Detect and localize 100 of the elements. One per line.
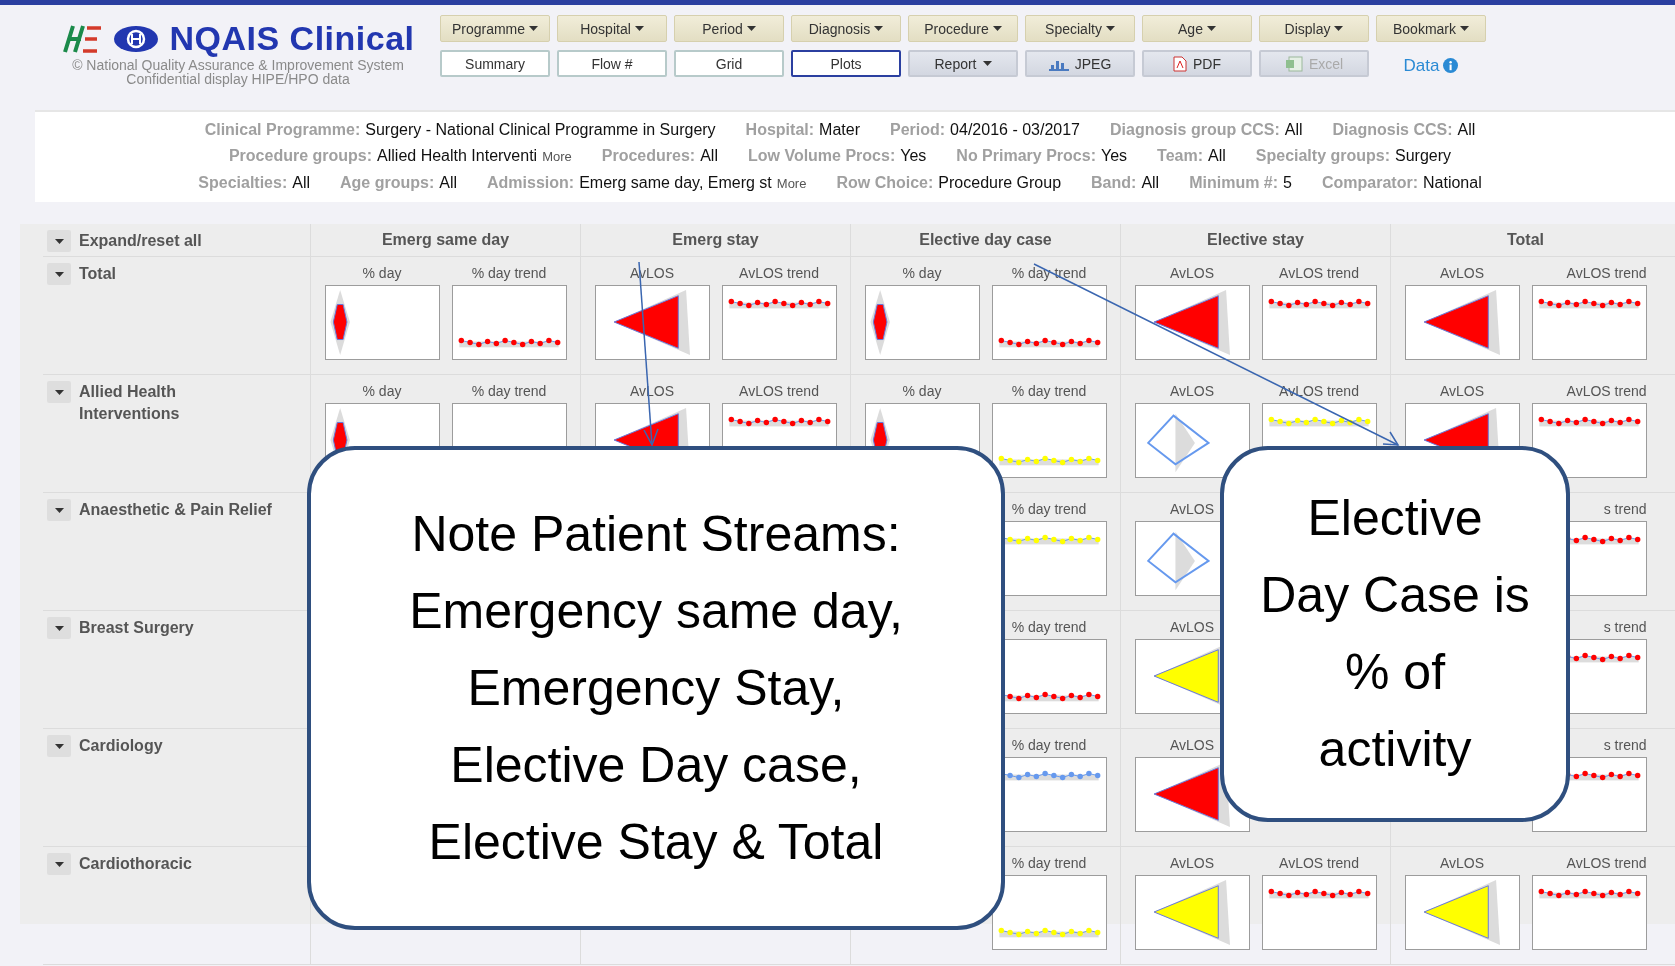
caret-icon <box>1460 26 1469 31</box>
plot-label: AvLOS <box>1169 855 1215 872</box>
view-button[interactable]: Flow # <box>557 50 667 77</box>
filter-value: All <box>1457 120 1476 140</box>
plot-label: s trend <box>1603 501 1647 518</box>
filter-menu-button[interactable]: Period <box>674 15 784 42</box>
column-header: Emerg stay <box>672 231 759 249</box>
plot-label: AvLOS trend <box>1566 265 1647 282</box>
plot-label: AvLOS trend <box>1279 855 1359 872</box>
caret-icon <box>54 238 64 244</box>
row-dropdown-button[interactable] <box>47 263 71 285</box>
plot-label: % day trend <box>471 265 547 282</box>
row-label: Breast Surgery <box>79 618 195 638</box>
filter-value: Allied Health Interventi <box>377 146 538 166</box>
export-button[interactable]: JPEG <box>1025 50 1135 77</box>
view-button[interactable]: Plots <box>791 50 901 77</box>
plot-label: AvLOS trend <box>1279 265 1359 282</box>
view-button[interactable]: Grid <box>674 50 784 77</box>
filter-menu-button[interactable]: Hospital <box>557 15 667 42</box>
row-dropdown-button[interactable] <box>47 853 71 875</box>
row-dropdown-button[interactable] <box>47 617 71 639</box>
app-title: NQAIS Clinical <box>169 19 415 58</box>
filter-menu-button[interactable]: Programme <box>440 15 550 42</box>
caret-icon <box>1105 26 1115 31</box>
filter-value: All <box>292 173 311 193</box>
view-button[interactable]: Summary <box>440 50 550 77</box>
plot-label: AvLOS <box>1169 383 1215 400</box>
caret-icon <box>634 26 644 31</box>
filter-menu-button[interactable]: Specialty <box>1025 15 1135 42</box>
plot-label: s trend <box>1603 737 1647 754</box>
filter-value: 04/2016 - 03/2017 <box>950 120 1080 140</box>
column-header: Emerg same day <box>381 231 510 249</box>
filter-label: Procedures: <box>601 146 696 166</box>
plot-label: AvLOS trend <box>739 265 819 282</box>
row-dropdown-button[interactable] <box>47 735 71 757</box>
filter-label: Low Volume Procs: <box>747 146 896 166</box>
filter-value: All <box>1208 146 1226 166</box>
report-menu-button[interactable]: Report <box>908 50 1018 77</box>
filter-value: Yes <box>1100 146 1128 166</box>
plot-label: % day trend <box>1011 265 1087 282</box>
plot-label: % day trend <box>1011 619 1087 636</box>
filter-value: All <box>1141 173 1160 193</box>
filter-value: 5 <box>1283 173 1292 193</box>
column-header: Elective stay <box>1207 231 1304 249</box>
filter-menu-button[interactable]: Procedure <box>908 15 1018 42</box>
caret-icon <box>529 26 539 31</box>
expand-reset-label: Expand/reset all <box>79 231 203 251</box>
plot-label: AvLOS <box>1169 501 1215 518</box>
filter-menu-button[interactable]: Diagnosis <box>791 15 901 42</box>
plot-label: AvLOS <box>1169 619 1215 636</box>
plot-label: % day trend <box>1011 855 1087 872</box>
filter-label: Clinical Programme: <box>204 120 361 140</box>
filter-label: Diagnosis CCS: <box>1332 120 1453 140</box>
oval-logo-icon <box>113 23 160 54</box>
caret-icon <box>1334 26 1344 31</box>
filter-value: Yes <box>900 146 927 166</box>
plot-label: % day trend <box>471 383 547 400</box>
expand-dropdown-button[interactable] <box>47 230 71 252</box>
more-link[interactable]: More <box>776 174 807 194</box>
export-button[interactable]: PDF <box>1142 50 1252 77</box>
caret-icon <box>54 861 64 867</box>
plot-label: % day trend <box>1011 737 1087 754</box>
plot-label: AvLOS trend <box>1566 855 1647 872</box>
plot-label: % day <box>362 265 402 282</box>
plot-label: % day <box>362 383 402 400</box>
plot-label: AvLOS trend <box>1566 383 1647 400</box>
filter-label: Minimum #: <box>1189 173 1279 193</box>
filter-value: Mater <box>819 120 860 140</box>
filter-menu-button[interactable]: Display <box>1259 15 1369 42</box>
caret-icon <box>54 625 64 631</box>
callout-text: Elective Day Case is % of activity <box>1260 489 1530 779</box>
column-header: Elective day case <box>919 231 1052 249</box>
caret-icon <box>982 61 992 66</box>
callout-text: Note Patient Streams: Emergency same day, Emergency Stay, Elective Day case, Elective Stay & Total <box>409 504 903 872</box>
plot-label: % day trend <box>1011 501 1087 518</box>
plot-label: s trend <box>1603 619 1647 636</box>
filter-menu-button[interactable]: Bookmark <box>1376 15 1486 42</box>
row-label: Anaesthetic & Pain Relief <box>79 500 273 520</box>
subtitle-text: Confidential display HIPE/HPO data <box>126 72 350 86</box>
caret-icon <box>746 26 756 31</box>
filter-value: Surgery - National Clinical Programme in Surgery <box>365 120 716 140</box>
plot-label: AvLOS <box>1169 737 1215 754</box>
filter-label: Admission: <box>487 173 575 193</box>
caret-icon <box>54 743 64 749</box>
filter-value: All <box>1284 120 1303 140</box>
row-dropdown-button[interactable] <box>47 381 71 403</box>
column-header: Total <box>1507 231 1544 249</box>
filter-value: Surgery <box>1395 146 1452 166</box>
letter-logo-icon <box>61 23 104 54</box>
plot-label: % day <box>902 265 942 282</box>
plot-label: AvLOS <box>1439 383 1485 400</box>
filter-value: Emerg same day, Emerg st <box>579 173 772 193</box>
row-dropdown-button[interactable] <box>47 499 71 521</box>
plot-label: % day trend <box>1011 383 1087 400</box>
filter-value: All <box>439 173 458 193</box>
row-label: Total <box>79 264 118 284</box>
filter-label: Band: <box>1091 173 1137 193</box>
filter-menu-button[interactable]: Age <box>1142 15 1252 42</box>
more-link[interactable]: More <box>542 147 572 167</box>
caret-icon <box>54 389 64 395</box>
